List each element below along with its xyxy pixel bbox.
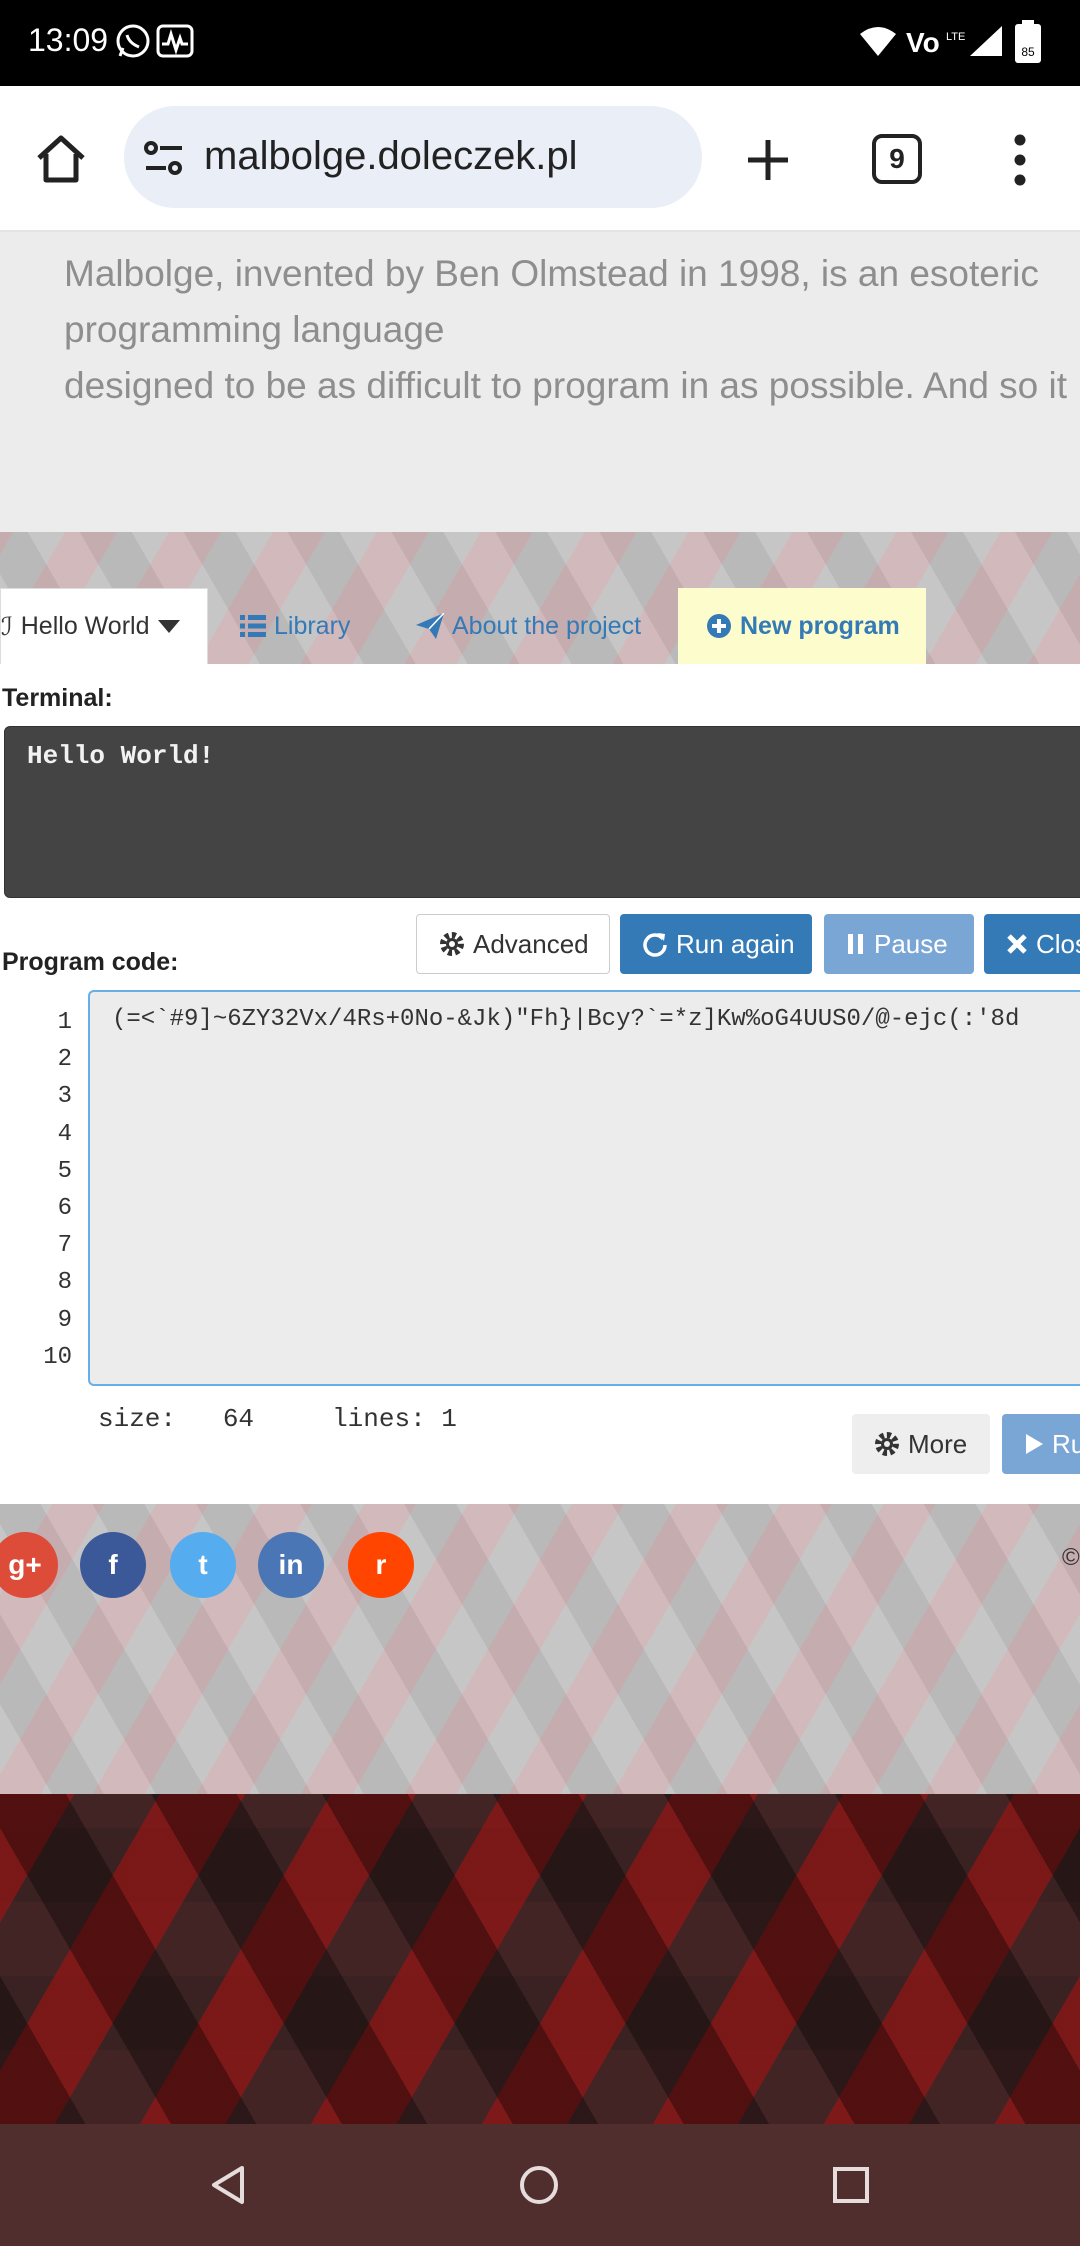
advanced-button[interactable]: Advanced — [416, 914, 610, 974]
plus-circle-icon — [706, 613, 732, 639]
new-tab-icon[interactable] — [744, 136, 792, 184]
recents-icon[interactable] — [832, 2166, 870, 2204]
main-panel: Terminal: Hello World! Program code: Adv… — [0, 664, 1080, 1504]
line-number: 4 — [57, 1120, 72, 1148]
intro-text: Malbolge, invented by Ben Olmstead in 19… — [64, 253, 1068, 406]
line-number: 3 — [57, 1083, 72, 1111]
home-nav-icon[interactable] — [518, 2164, 560, 2206]
more-button[interactable]: More — [852, 1414, 990, 1474]
battery-icon: 85 — [1014, 20, 1042, 64]
reddit-share-button[interactable]: r — [348, 1532, 414, 1598]
line-number: 2 — [57, 1046, 72, 1074]
paper-plane-icon — [416, 613, 444, 639]
line-number: 7 — [57, 1232, 72, 1260]
status-time: 13:09 — [28, 22, 109, 58]
pause-label: Pause — [874, 928, 948, 959]
home-icon[interactable] — [34, 134, 88, 184]
code-text: (=<`#9]~6ZY32Vx/4Rs+0No-&Jk)"Fh}|Bcy?`=*… — [112, 1006, 1020, 1033]
tab-new-label: New program — [740, 611, 900, 640]
more-label: More — [908, 1428, 968, 1459]
intro-section: Malbolge, invented by Ben Olmstead in 19… — [0, 232, 1080, 532]
battery-level: 85 — [1021, 45, 1035, 59]
whatsapp-icon — [114, 22, 152, 60]
volte-icon: Vo LTE — [906, 24, 966, 58]
back-icon[interactable] — [208, 2164, 248, 2206]
pause-button[interactable]: Pause — [824, 914, 974, 974]
advanced-label: Advanced — [473, 928, 589, 959]
code-editor[interactable]: (=<`#9]~6ZY32Vx/4Rs+0No-&Jk)"Fh}|Bcy?`=*… — [88, 990, 1080, 1386]
tab-about-label: About the project — [452, 611, 642, 640]
twitter-share-button[interactable]: t — [170, 1532, 236, 1598]
size-label: size: — [98, 1404, 177, 1434]
tab-new-program[interactable]: New program — [678, 588, 926, 664]
close-label: Clos — [1036, 928, 1080, 959]
wifi-icon — [858, 24, 898, 58]
run-again-label: Run again — [676, 928, 795, 959]
footer-pattern-light — [0, 1504, 1080, 1794]
tab-library[interactable]: Library — [240, 588, 350, 664]
footer-pattern-dark — [0, 1794, 1080, 2124]
tab-hello-label: Hello World — [20, 612, 150, 640]
android-nav-bar — [0, 2124, 1080, 2246]
svg-text:LTE: LTE — [946, 31, 965, 43]
more-options-icon[interactable] — [1010, 134, 1030, 186]
close-icon — [1006, 933, 1028, 955]
tab-about-project[interactable]: About the project — [416, 588, 641, 664]
activity-icon — [156, 22, 194, 60]
terminal-output: Hello World! — [4, 726, 1080, 898]
pause-icon — [846, 933, 866, 955]
line-number: 9 — [57, 1306, 72, 1334]
lines-value: 1 — [441, 1404, 457, 1434]
code-icon: ℐ — [1, 612, 13, 641]
run-label: Ru — [1052, 1428, 1080, 1459]
run-button[interactable]: Ru — [1002, 1414, 1080, 1474]
list-icon — [240, 614, 266, 638]
facebook-share-button[interactable]: f — [80, 1532, 146, 1598]
status-bar: 13:09 Vo LTE 85 — [0, 0, 1080, 86]
play-icon — [1024, 1433, 1044, 1455]
close-button[interactable]: Clos — [984, 914, 1080, 974]
site-settings-icon[interactable] — [142, 138, 186, 178]
tab-library-label: Library — [274, 611, 351, 640]
signal-icon — [968, 24, 1004, 58]
caret-down-icon — [157, 619, 180, 634]
line-number: 6 — [57, 1194, 72, 1222]
line-number: 1 — [57, 1009, 72, 1036]
refresh-icon — [642, 931, 668, 957]
browser-toolbar: malbolge.doleczek.pl 9 — [0, 86, 1080, 232]
run-again-button[interactable]: Run again — [620, 914, 812, 974]
copyright-text: © — [1062, 1544, 1080, 1571]
gear-icon — [439, 931, 465, 957]
program-code-label: Program code: — [2, 948, 179, 976]
line-number-gutter: 1 2 3 4 5 6 7 8 9 10 — [30, 1004, 72, 1376]
size-value: 64 — [222, 1404, 255, 1434]
gear-icon — [874, 1431, 900, 1457]
lines-label: lines: — [332, 1404, 426, 1434]
svg-text:Vo: Vo — [906, 27, 940, 58]
code-stats: size: 64 lines: 1 — [98, 1404, 457, 1434]
linkedin-share-button[interactable]: in — [258, 1532, 324, 1598]
address-bar[interactable]: malbolge.doleczek.pl — [124, 106, 702, 208]
url-text: malbolge.doleczek.pl — [204, 134, 578, 178]
tab-switcher-button[interactable]: 9 — [872, 134, 922, 184]
line-number: 5 — [57, 1157, 72, 1185]
terminal-label: Terminal: — [2, 684, 113, 712]
tab-hello-world[interactable]: ℐ Hello World — [0, 588, 208, 664]
terminal-text: Hello World! — [27, 741, 215, 771]
line-number: 10 — [43, 1343, 72, 1371]
line-number: 8 — [57, 1269, 72, 1297]
